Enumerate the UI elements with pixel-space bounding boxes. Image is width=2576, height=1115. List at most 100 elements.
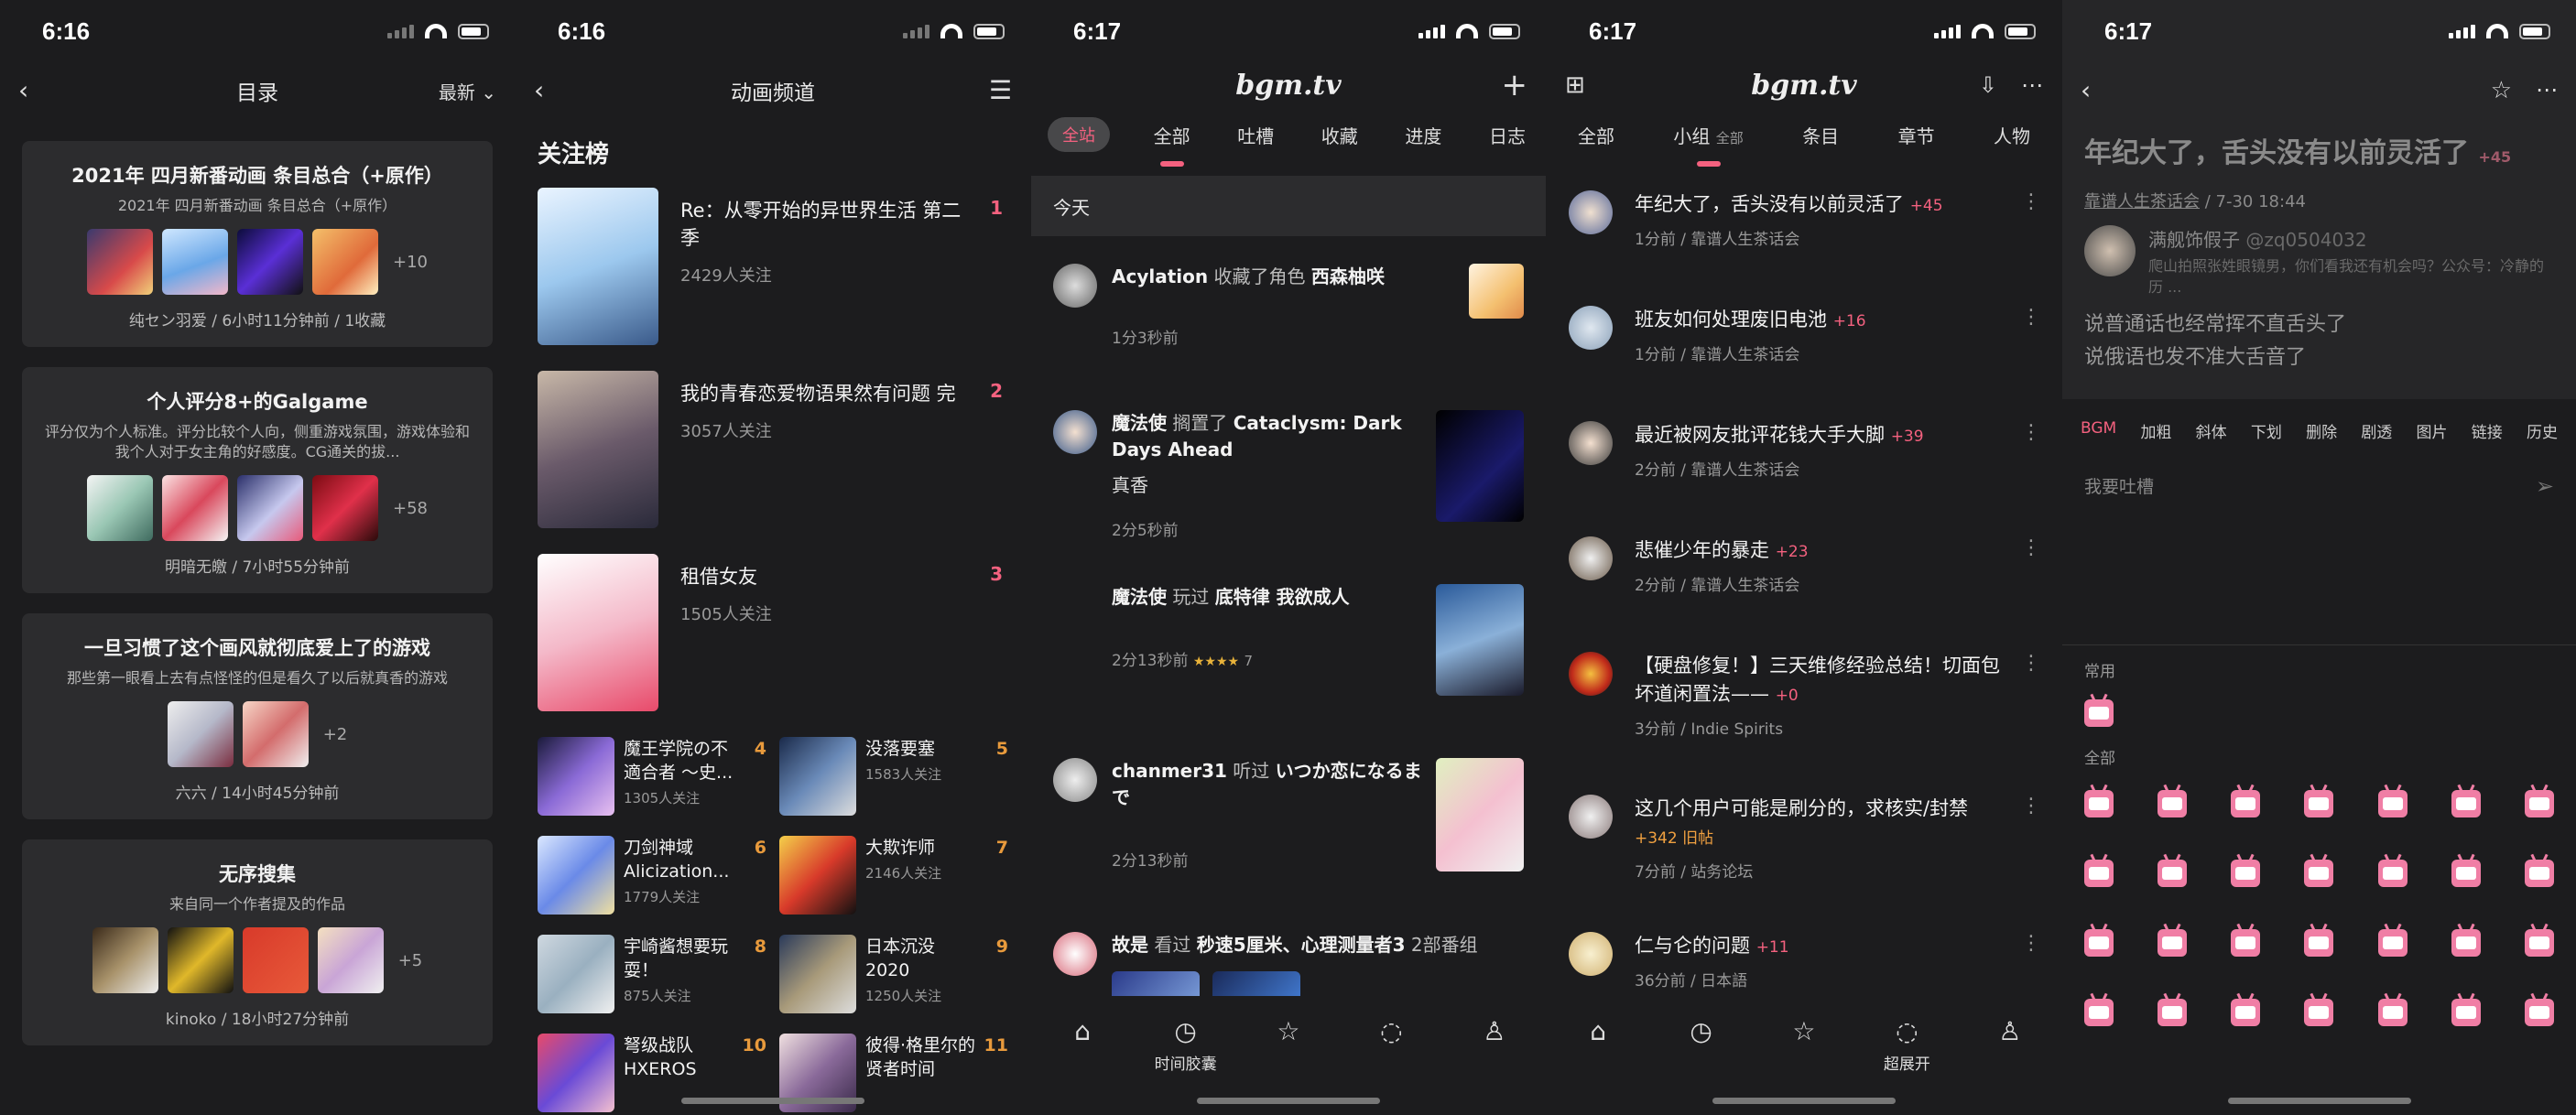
- feed-thumbnail[interactable]: [1436, 410, 1524, 522]
- topic-item[interactable]: 悲催少年的暴走 +23 2分前 / 靠谱人生茶话会 ⋮: [1547, 536, 2061, 652]
- cover-image[interactable]: [167, 701, 234, 767]
- tab-home[interactable]: ⌂: [1561, 1018, 1635, 1115]
- feed-user[interactable]: 魔法使: [1112, 586, 1167, 608]
- bgm-emoji[interactable]: [2304, 929, 2334, 957]
- toolbar-italic[interactable]: 斜体: [2196, 419, 2227, 442]
- avatar[interactable]: [1053, 410, 1097, 454]
- bgm-emoji[interactable]: [2158, 929, 2188, 957]
- bgm-emoji[interactable]: [2524, 790, 2554, 817]
- feed-item[interactable]: 魔法使 搁置了 Cataclysm: Dark Days Ahead 真香 2分5秒…: [1031, 410, 1546, 584]
- feed-thumbnail[interactable]: [1469, 264, 1524, 319]
- cover-image[interactable]: [87, 475, 153, 541]
- toolbar-underline[interactable]: 下划: [2251, 419, 2282, 442]
- tab-profile[interactable]: ♙: [1458, 1018, 1531, 1115]
- cover-image[interactable]: [312, 475, 378, 541]
- catalog-card[interactable]: 2021年 四月新番动画 条目总合（+原作） 2021年 四月新番动画 条目总合…: [22, 141, 493, 347]
- more-icon[interactable]: ⋮: [2021, 190, 2041, 213]
- bgm-emoji[interactable]: [2451, 929, 2481, 957]
- cover-image[interactable]: [312, 229, 378, 295]
- feed-user[interactable]: chanmer31: [1112, 760, 1227, 782]
- toolbar-bold[interactable]: 加粗: [2140, 419, 2171, 442]
- bgm-emoji[interactable]: [2304, 860, 2334, 887]
- toolbar-spoiler[interactable]: 剧透: [2361, 419, 2392, 442]
- sort-dropdown[interactable]: 最新 ⌄: [439, 78, 496, 104]
- tab-profile[interactable]: ♙: [1973, 1018, 2047, 1115]
- tab-episode[interactable]: 章节: [1895, 116, 1939, 154]
- avatar[interactable]: [1569, 190, 1613, 234]
- feed-item[interactable]: 魔法使 玩过 底特律 我欲成人 2分13秒前 ★★★★ 7: [1031, 584, 1546, 758]
- bgm-emoji[interactable]: [2377, 999, 2408, 1026]
- avatar[interactable]: [1569, 932, 1613, 976]
- tab-collections[interactable]: 收藏: [1318, 116, 1362, 154]
- avatar[interactable]: [2084, 225, 2136, 276]
- tab-all[interactable]: 全部: [1574, 116, 1618, 154]
- send-icon[interactable]: ➢: [2536, 473, 2554, 499]
- grid-icon[interactable]: ⊞: [1565, 73, 1585, 97]
- bgm-emoji[interactable]: [2231, 790, 2261, 817]
- back-icon[interactable]: ‹: [18, 78, 28, 103]
- more-icon[interactable]: ⋮: [2021, 421, 2041, 444]
- feed-item[interactable]: Acylation 收藏了角色 西森柚咲 1分3秒前: [1031, 264, 1546, 410]
- cover-image[interactable]: [92, 927, 158, 993]
- bgm-emoji[interactable]: [2377, 929, 2408, 957]
- topic-item[interactable]: 班友如何处理废旧电池 +16 1分前 / 靠谱人生茶话会 ⋮: [1547, 306, 2061, 421]
- bgm-emoji[interactable]: [2377, 790, 2408, 817]
- avatar[interactable]: [1569, 306, 1613, 350]
- bgm-emoji[interactable]: [2451, 860, 2481, 887]
- more-icon[interactable]: ⋮: [2021, 795, 2041, 817]
- plus-icon[interactable]: +: [1502, 70, 1528, 101]
- rank-item[interactable]: 租借女友 1505人关注 3: [516, 554, 1030, 711]
- more-icon[interactable]: ⋮: [2021, 306, 2041, 329]
- avatar[interactable]: [1569, 652, 1613, 696]
- bgm-emoji[interactable]: [2377, 860, 2408, 887]
- bgm-emoji[interactable]: [2158, 790, 2188, 817]
- bgm-emoji[interactable]: [2451, 999, 2481, 1026]
- feed-target[interactable]: 秒速5厘米、心理测量者3: [1197, 934, 1406, 956]
- avatar[interactable]: [1569, 795, 1613, 839]
- menu-icon[interactable]: ☰: [989, 78, 1012, 103]
- cover-image[interactable]: [242, 927, 309, 993]
- topic-item[interactable]: 这几个用户可能是刷分的，求核实/封禁 +342 旧帖 7分前 / 站务论坛 ⋮: [1547, 795, 2061, 932]
- feed-item[interactable]: chanmer31 听过 いつか恋になるまで 2分13秒前: [1031, 758, 1546, 932]
- topic-item[interactable]: 仁与仑的问题 +11 36分前 / 日本語 ⋮: [1547, 932, 2061, 991]
- rank-item[interactable]: 大欺诈师 2146人关注 7: [779, 836, 1008, 915]
- avatar[interactable]: [1053, 264, 1097, 308]
- tab-site[interactable]: 全站: [1048, 117, 1110, 152]
- feed-user[interactable]: 魔法使: [1112, 412, 1167, 434]
- bgm-emoji[interactable]: [2451, 790, 2481, 817]
- rank-item[interactable]: 我的青春恋爱物语果然有问题 完 3057人关注 2: [516, 371, 1030, 528]
- toolbar-link[interactable]: 链接: [2472, 419, 2503, 442]
- tab-home[interactable]: ⌂: [1046, 1018, 1119, 1115]
- cover-image[interactable]: [87, 229, 153, 295]
- topic-item[interactable]: 年纪大了，舌头没有以前灵活了 +45 1分前 / 靠谱人生茶话会 ⋮: [1547, 190, 2061, 306]
- toolbar-history[interactable]: 历史: [2527, 419, 2558, 442]
- feed-target[interactable]: 底特律 我欲成人: [1215, 586, 1350, 608]
- bgm-emoji[interactable]: [2231, 999, 2261, 1026]
- toolbar-strike[interactable]: 删除: [2306, 419, 2337, 442]
- rank-item[interactable]: 日本沉没 2020 1250人关注 9: [779, 935, 1008, 1013]
- cover-image[interactable]: [317, 927, 384, 993]
- bgm-emoji[interactable]: [2524, 999, 2554, 1026]
- more-icon[interactable]: ⋯: [2021, 74, 2043, 96]
- rank-item[interactable]: 没落要塞 1583人关注 5: [779, 737, 1008, 816]
- download-icon[interactable]: ⇩: [1979, 74, 1997, 96]
- rank-item[interactable]: 刀剑神域 Alicization... 1779人关注 6: [538, 836, 766, 915]
- rank-item[interactable]: Re：从零开始的异世界生活 第二季 2429人关注 1: [516, 188, 1030, 345]
- avatar[interactable]: [1053, 932, 1097, 976]
- avatar[interactable]: [1569, 536, 1613, 580]
- toolbar-bgm[interactable]: BGM: [2081, 419, 2116, 442]
- cover-image[interactable]: [237, 229, 303, 295]
- bgm-emoji[interactable]: [2084, 790, 2114, 817]
- bgm-emoji[interactable]: [2084, 929, 2114, 957]
- bgm-emoji[interactable]: [2158, 860, 2188, 887]
- more-icon[interactable]: ⋯: [2536, 79, 2558, 103]
- reply-input[interactable]: 我要吐槽 ➢: [2062, 462, 2576, 645]
- more-icon[interactable]: ⋮: [2021, 932, 2041, 955]
- bgm-emoji[interactable]: [2231, 860, 2261, 887]
- avatar[interactable]: [1569, 421, 1613, 465]
- back-icon[interactable]: ‹: [2081, 78, 2091, 103]
- tab-subject[interactable]: 条目: [1799, 116, 1842, 154]
- toolbar-image[interactable]: 图片: [2417, 419, 2448, 442]
- topic-item[interactable]: 最近被网友批评花钱大手大脚 +39 2分前 / 靠谱人生茶话会 ⋮: [1547, 421, 2061, 536]
- avatar[interactable]: [1053, 758, 1097, 802]
